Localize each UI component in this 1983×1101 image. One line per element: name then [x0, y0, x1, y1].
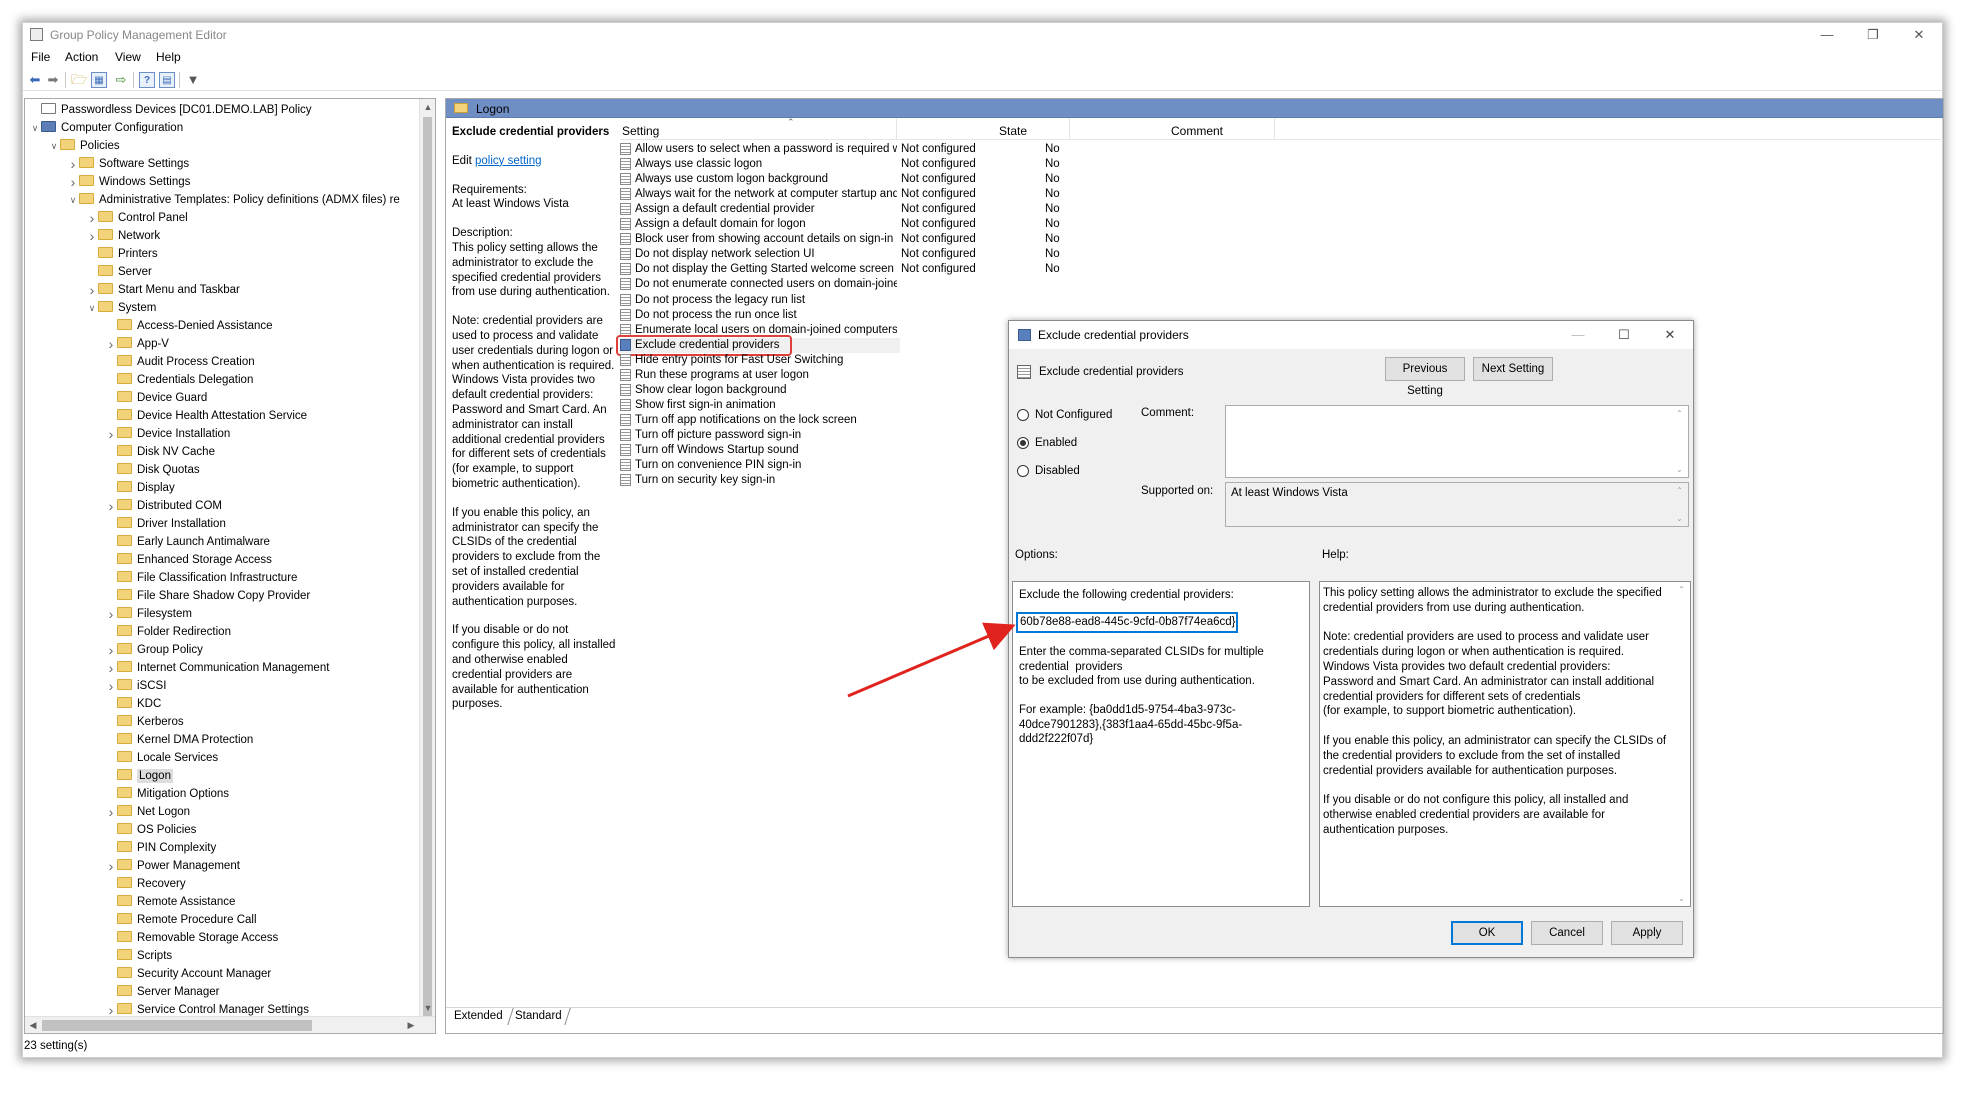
- annotation-overlay: [847, 622, 1016, 698]
- red-annotation-arrow: [847, 622, 1016, 698]
